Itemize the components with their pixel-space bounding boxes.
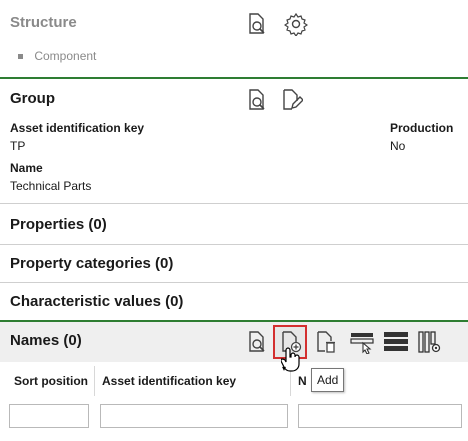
chevron-down-icon: ▾: [282, 364, 287, 373]
divider: [0, 77, 468, 79]
divider: [0, 282, 468, 283]
field-value: TP: [10, 139, 26, 153]
field-label: Asset identification key: [10, 121, 145, 135]
divider: [0, 244, 468, 245]
property-categories-section-title[interactable]: Property categories (0): [10, 255, 173, 272]
edit-icon[interactable]: [279, 88, 303, 112]
sort-position-filter-input[interactable]: [9, 404, 89, 428]
names-title: Names (0): [10, 332, 82, 349]
structure-item-label: Component: [34, 49, 97, 63]
view-details-icon[interactable]: [244, 330, 268, 354]
structure-item[interactable]: Component: [18, 49, 96, 63]
gear-icon[interactable]: [284, 12, 308, 36]
list-view-icon[interactable]: [384, 330, 408, 354]
divider: [0, 203, 468, 204]
asset-key-filter-input[interactable]: [100, 404, 288, 428]
tooltip-text: Add: [317, 373, 339, 387]
column-header-sort-position[interactable]: Sort position: [14, 374, 88, 388]
column-header-name[interactable]: N: [298, 374, 307, 388]
select-column-icon[interactable]: [350, 330, 374, 354]
characteristic-values-section-title[interactable]: Characteristic values (0): [10, 293, 183, 310]
name-filter-input[interactable]: [298, 404, 462, 428]
bullet: [18, 54, 23, 60]
group-title: Group: [10, 90, 55, 107]
view-details-icon[interactable]: [244, 12, 268, 36]
view-details-icon[interactable]: [244, 88, 268, 112]
field-value: No: [390, 139, 406, 153]
field-value: Technical Parts: [10, 179, 92, 193]
field-label: Name: [10, 161, 43, 175]
column-settings-icon[interactable]: [418, 330, 442, 354]
structure-title: Structure: [10, 14, 77, 31]
delete-document-icon[interactable]: [313, 330, 337, 354]
add-tooltip: Add: [311, 368, 345, 392]
column-header-asset-key[interactable]: Asset identification key: [102, 374, 236, 388]
properties-section-title[interactable]: Properties (0): [10, 216, 107, 233]
field-label: Production: [390, 121, 454, 135]
column-divider: [94, 366, 95, 396]
